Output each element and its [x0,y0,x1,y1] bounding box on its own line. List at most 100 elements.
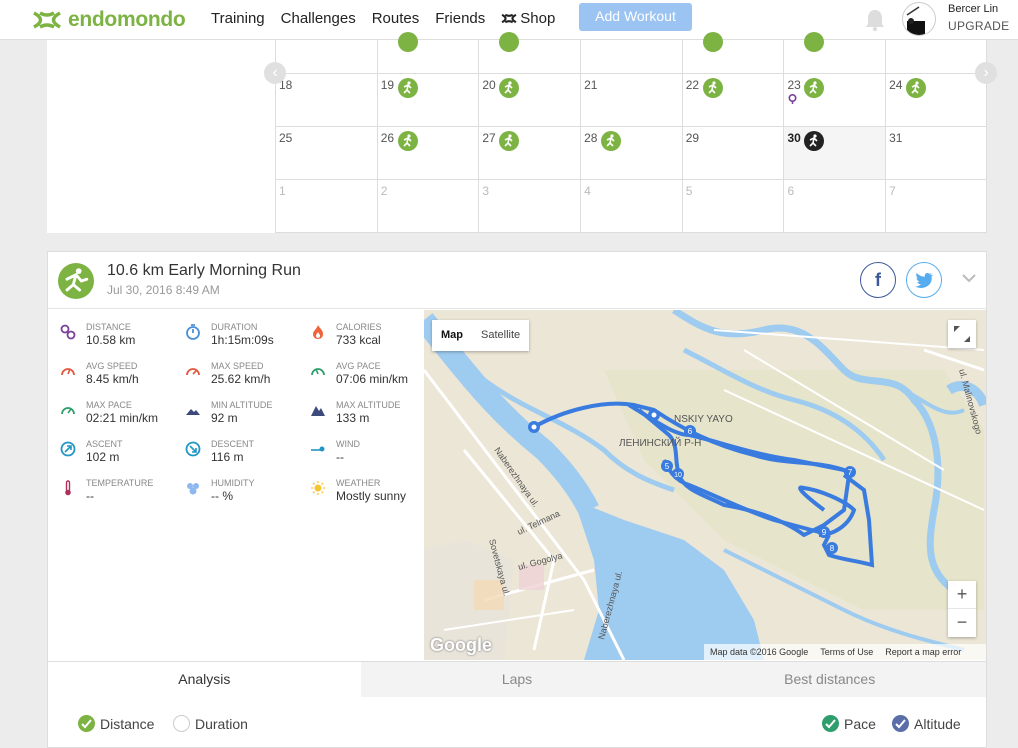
stat-label: WEATHER [336,478,381,488]
calendar-day[interactable] [681,32,784,73]
calendar-day[interactable]: 27 [478,127,580,179]
route-map[interactable]: Naberezhnaya ul. ul. Telmana Sovetskaya … [424,310,986,660]
stat-label: DISTANCE [86,322,131,332]
calendar-day[interactable]: 7 [885,180,987,233]
run-icon[interactable] [397,32,418,52]
avatar[interactable] [902,2,936,36]
nav-training[interactable]: Training [211,10,265,27]
fullscreen-icon [954,326,970,342]
tab-best-distances[interactable]: Best distances [673,662,987,697]
run-icon[interactable] [906,78,927,98]
stat-value: 07:06 min/km [336,372,409,386]
run-icon[interactable] [499,32,520,52]
route-marker[interactable]: 5 [661,460,673,472]
calendar-day[interactable]: 21 [580,74,682,126]
calendar-day[interactable] [783,32,885,73]
nav-shop[interactable]: Shop [501,10,555,27]
run-icon[interactable] [499,78,520,98]
under-armour-small-icon [501,13,517,24]
calendar-day[interactable]: 5 [681,180,784,233]
route-marker[interactable]: 10 [672,468,684,480]
fullscreen-button[interactable] [948,320,976,348]
report-error-link[interactable]: Report a map error [885,647,961,657]
calendar-day[interactable]: 3 [478,180,580,233]
calendar-day[interactable] [376,32,479,73]
calendar-day[interactable]: 20 [478,74,580,126]
calendar-day[interactable]: 18 [275,74,377,126]
calendar-prev-arrow[interactable]: ‹ [264,62,286,84]
calendar-day[interactable] [275,40,377,73]
calendar-day[interactable] [580,40,682,73]
run-icon[interactable] [702,78,723,98]
calendar-day[interactable]: 26 [376,127,479,179]
avatar-image [906,6,925,35]
run-icon[interactable] [397,78,418,98]
run-icon[interactable] [804,32,825,52]
run-icon[interactable] [702,32,723,52]
marker-label: 10 [674,472,682,479]
tab-laps[interactable]: Laps [360,662,674,697]
calendar-day[interactable]: 23 [783,74,885,126]
endomondo-logo[interactable]: endomondo [32,8,186,32]
distance-toggle[interactable]: Distance [78,715,154,732]
run-icon-selected[interactable] [804,131,825,151]
marker-label: 7 [848,468,853,477]
route-marker[interactable]: 8 [826,542,838,554]
calendar-week-4: 1 2 3 4 5 6 7 [275,179,987,233]
calendar-day[interactable]: 31 [885,127,987,179]
stat-value: -- % [211,489,233,503]
calendar-day[interactable]: 22 [681,74,784,126]
route-marker[interactable] [648,409,660,421]
flame-icon [313,325,323,339]
route-marker[interactable] [528,421,540,433]
duration-toggle[interactable]: Duration [173,715,248,732]
check-icon [822,715,839,732]
marker-label: 9 [822,528,827,537]
day-number: 4 [584,184,591,198]
nav-friends[interactable]: Friends [435,10,485,27]
user-name[interactable]: Bercer Lin [948,3,998,15]
bell-icon[interactable] [864,8,886,32]
run-icon[interactable] [804,78,825,98]
twitter-share-button[interactable] [906,262,942,298]
satellite-view-button[interactable]: Satellite [472,320,529,351]
calendar-day[interactable]: 19 [376,74,479,126]
upgrade-link[interactable]: UPGRADE [948,19,1009,33]
day-number: 24 [889,78,903,92]
calendar-day[interactable] [885,40,987,73]
calendar-day-selected[interactable]: 30 [783,127,886,179]
calendar-day[interactable]: 28 [580,127,682,179]
route-marker[interactable]: 6 [684,425,696,437]
facebook-share-button[interactable]: f [860,262,896,298]
route-marker[interactable]: 9 [818,526,830,538]
district-label: NSKIY YAYO [674,414,733,425]
calendar-day[interactable] [478,32,580,73]
add-workout-button[interactable]: Add Workout [579,3,692,31]
calendar-day[interactable]: 1 [275,180,377,233]
calendar-day[interactable]: 25 [275,127,377,179]
map-view-button[interactable]: Map [432,320,472,351]
pace-toggle[interactable]: Pace [822,715,876,732]
terms-link[interactable]: Terms of Use [820,647,873,657]
zoom-out-button[interactable]: − [948,609,976,637]
stat-label: MAX ALTITUDE [336,400,401,410]
nav-routes[interactable]: Routes [372,10,420,27]
map-canvas: Naberezhnaya ul. ul. Telmana Sovetskaya … [424,310,986,660]
calendar-day[interactable]: 2 [376,180,479,233]
calendar-day[interactable]: 4 [580,180,682,233]
calendar-next-arrow[interactable]: › [975,62,997,84]
route-marker[interactable]: 7 [844,466,856,478]
run-icon[interactable] [397,131,418,151]
altitude-toggle[interactable]: Altitude [892,715,961,732]
zoom-in-button[interactable]: + [948,581,976,609]
nav-challenges[interactable]: Challenges [281,10,356,27]
run-icon[interactable] [499,131,520,151]
run-icon[interactable] [601,131,622,151]
tab-analysis[interactable]: Analysis [48,662,361,697]
calendar-day[interactable]: 29 [681,127,784,179]
chevron-down-icon[interactable] [962,274,976,283]
calendar-day[interactable]: 24 [885,74,987,126]
calendar-day[interactable]: 6 [783,180,885,233]
stat-value: 10.58 km [86,333,136,347]
stat-value: 733 kcal [336,333,381,347]
